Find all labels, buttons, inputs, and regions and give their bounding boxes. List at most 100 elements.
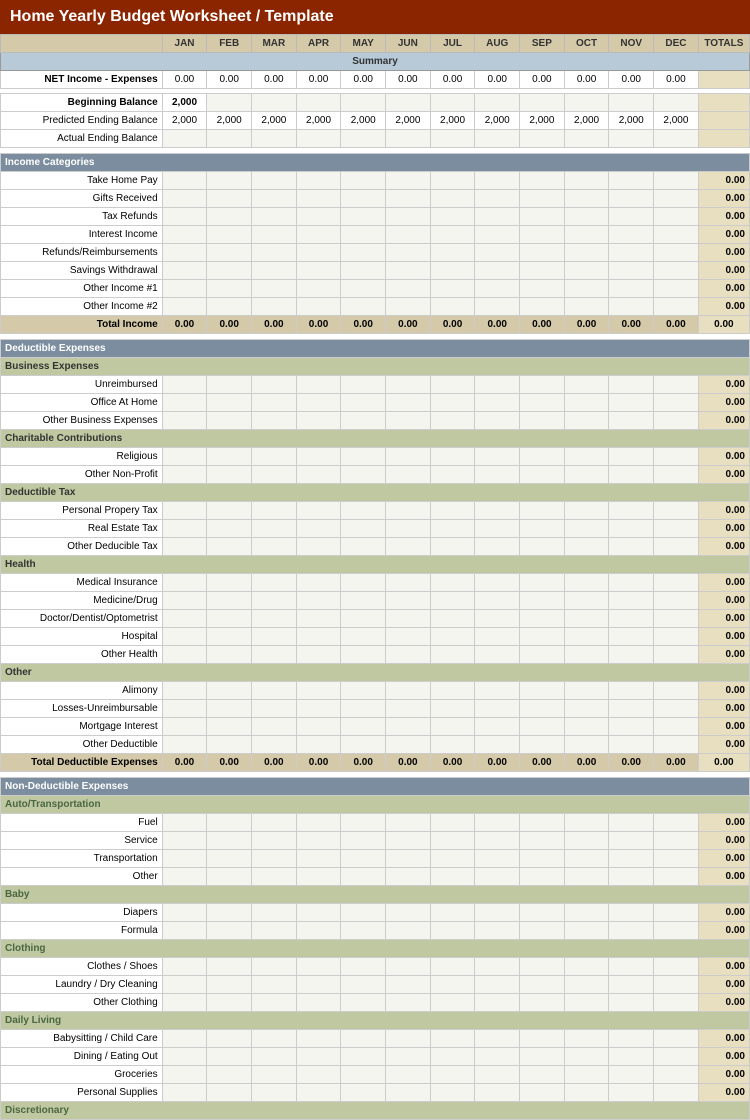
- income-val[interactable]: [207, 298, 252, 316]
- nonded-val[interactable]: [654, 868, 699, 886]
- nonded-val[interactable]: [654, 832, 699, 850]
- nonded-val[interactable]: [520, 1030, 565, 1048]
- nonded-val[interactable]: [564, 1048, 609, 1066]
- nonded-val[interactable]: [564, 814, 609, 832]
- nonded-val[interactable]: [296, 832, 341, 850]
- ded-val[interactable]: [162, 394, 207, 412]
- ded-val[interactable]: [609, 466, 654, 484]
- nonded-val[interactable]: [341, 832, 386, 850]
- nonded-val[interactable]: [296, 1030, 341, 1048]
- nonded-val[interactable]: [296, 1084, 341, 1102]
- income-val[interactable]: [430, 208, 475, 226]
- income-val[interactable]: [386, 244, 431, 262]
- nonded-val[interactable]: [162, 904, 207, 922]
- income-val[interactable]: [207, 226, 252, 244]
- ded-val[interactable]: [341, 502, 386, 520]
- income-val[interactable]: [654, 208, 699, 226]
- actual-ending-val[interactable]: [654, 130, 699, 148]
- income-val[interactable]: [520, 226, 565, 244]
- income-val[interactable]: [520, 172, 565, 190]
- nonded-val[interactable]: [207, 832, 252, 850]
- nonded-val[interactable]: [341, 1030, 386, 1048]
- beg-balance-val[interactable]: [654, 94, 699, 112]
- ded-val[interactable]: [609, 682, 654, 700]
- ded-val[interactable]: [654, 592, 699, 610]
- ded-val[interactable]: [475, 412, 520, 430]
- net-income-val[interactable]: 0.00: [609, 71, 654, 89]
- ded-val[interactable]: [296, 502, 341, 520]
- ded-val[interactable]: [207, 448, 252, 466]
- nonded-val[interactable]: [430, 814, 475, 832]
- nonded-val[interactable]: [207, 814, 252, 832]
- income-val[interactable]: [386, 262, 431, 280]
- income-val[interactable]: [654, 244, 699, 262]
- ded-val[interactable]: [386, 520, 431, 538]
- income-val[interactable]: [475, 244, 520, 262]
- nonded-val[interactable]: [609, 976, 654, 994]
- ded-val[interactable]: [564, 682, 609, 700]
- ded-val[interactable]: [609, 592, 654, 610]
- actual-ending-val[interactable]: [564, 130, 609, 148]
- income-val[interactable]: [296, 262, 341, 280]
- nonded-val[interactable]: [296, 958, 341, 976]
- ded-val[interactable]: [520, 376, 565, 394]
- nonded-val[interactable]: [654, 922, 699, 940]
- ded-val[interactable]: [341, 520, 386, 538]
- nonded-val[interactable]: [564, 850, 609, 868]
- nonded-val[interactable]: [654, 1066, 699, 1084]
- ded-val[interactable]: [520, 448, 565, 466]
- ded-val[interactable]: [609, 376, 654, 394]
- ded-val[interactable]: [564, 736, 609, 754]
- ded-val[interactable]: [162, 700, 207, 718]
- ded-val[interactable]: [520, 412, 565, 430]
- ded-val[interactable]: [654, 448, 699, 466]
- nonded-val[interactable]: [654, 976, 699, 994]
- nonded-val[interactable]: [296, 994, 341, 1012]
- net-income-val[interactable]: 0.00: [162, 71, 207, 89]
- beg-balance-val[interactable]: [296, 94, 341, 112]
- ded-val[interactable]: [341, 646, 386, 664]
- ded-val[interactable]: [609, 502, 654, 520]
- ded-val[interactable]: [520, 682, 565, 700]
- ded-val[interactable]: [207, 610, 252, 628]
- nonded-val[interactable]: [475, 850, 520, 868]
- income-val[interactable]: [162, 244, 207, 262]
- nonded-val[interactable]: [654, 850, 699, 868]
- ded-val[interactable]: [162, 520, 207, 538]
- ded-val[interactable]: [252, 718, 297, 736]
- ded-val[interactable]: [654, 394, 699, 412]
- nonded-val[interactable]: [564, 904, 609, 922]
- nonded-val[interactable]: [475, 922, 520, 940]
- income-val[interactable]: [296, 190, 341, 208]
- ded-val[interactable]: [564, 646, 609, 664]
- nonded-val[interactable]: [386, 958, 431, 976]
- nonded-val[interactable]: [475, 994, 520, 1012]
- nonded-val[interactable]: [386, 832, 431, 850]
- nonded-val[interactable]: [386, 868, 431, 886]
- income-val[interactable]: [564, 298, 609, 316]
- nonded-val[interactable]: [520, 976, 565, 994]
- ded-val[interactable]: [609, 646, 654, 664]
- nonded-val[interactable]: [475, 868, 520, 886]
- nonded-val[interactable]: [430, 1030, 475, 1048]
- net-income-val[interactable]: 0.00: [520, 71, 565, 89]
- ded-val[interactable]: [564, 376, 609, 394]
- ded-val[interactable]: [520, 628, 565, 646]
- income-val[interactable]: [475, 226, 520, 244]
- income-val[interactable]: [475, 172, 520, 190]
- income-val[interactable]: [430, 262, 475, 280]
- ded-val[interactable]: [341, 466, 386, 484]
- income-val[interactable]: [207, 244, 252, 262]
- ded-val[interactable]: [564, 628, 609, 646]
- nonded-val[interactable]: [296, 1066, 341, 1084]
- income-val[interactable]: [520, 208, 565, 226]
- ded-val[interactable]: [520, 736, 565, 754]
- ded-val[interactable]: [386, 502, 431, 520]
- net-income-val[interactable]: 0.00: [252, 71, 297, 89]
- ded-val[interactable]: [654, 628, 699, 646]
- income-val[interactable]: [386, 298, 431, 316]
- net-income-val[interactable]: 0.00: [564, 71, 609, 89]
- ded-val[interactable]: [564, 700, 609, 718]
- ded-val[interactable]: [386, 610, 431, 628]
- nonded-val[interactable]: [430, 850, 475, 868]
